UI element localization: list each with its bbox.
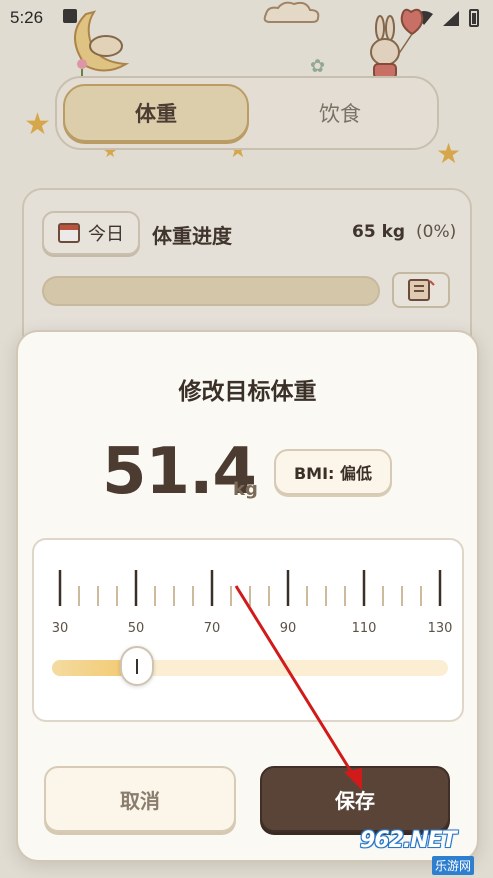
ruler-label: 50 [128,621,145,636]
weight-unit: kg [233,479,258,500]
cancel-button[interactable]: 取消 [44,766,236,832]
app-screen: 5:26 ★ ★ ★ ✿ ★ 体重 饮食 今日 体重进度 65 kg (0%) … [0,0,493,878]
slider-thumb-icon[interactable] [119,646,154,686]
weight-slider-track[interactable] [52,660,448,676]
bmi-badge: BMI: 偏低 [274,449,392,495]
ruler-label: 110 [352,621,377,636]
watermark-subtitle: 乐游网 [432,856,475,875]
weight-ruler: 30 50 70 90 110 130 [32,538,464,722]
ruler-label: 70 [204,621,221,636]
ruler-label: 90 [280,621,297,636]
watermark-logo: 962.NET [360,828,457,853]
edit-target-weight-dialog: 修改目标体重 51.4 kg BMI: 偏低 30 50 70 90 110 130 取消… [16,330,479,862]
ruler-ticks[interactable]: 30 50 70 90 110 130 [34,540,466,650]
save-button[interactable]: 保存 [260,766,450,832]
site-watermark: 962.NET 乐游网 [360,828,490,876]
dialog-title: 修改目标体重 [178,379,317,405]
ruler-label: 130 [428,621,453,636]
ruler-label: 30 [52,621,69,636]
